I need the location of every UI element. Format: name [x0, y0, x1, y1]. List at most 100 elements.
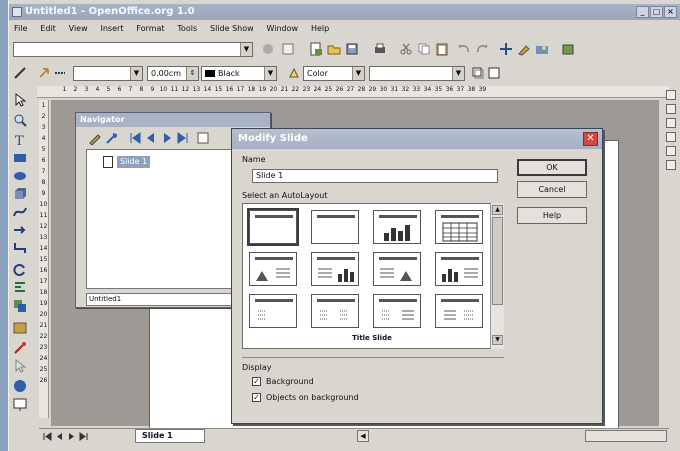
effects-icon[interactable]: [12, 340, 28, 356]
navigator-title[interactable]: Navigator: [76, 113, 270, 127]
layout-clipart-text[interactable]: [249, 252, 297, 286]
spinner-icon[interactable]: ⇕: [186, 67, 198, 80]
menu-view[interactable]: View: [64, 22, 93, 36]
title-bar[interactable]: Untitled1 - OpenOffice.org 1.0 _ □ ×: [9, 4, 680, 20]
last-slide-icon[interactable]: [79, 432, 88, 441]
save-icon[interactable]: [345, 42, 359, 56]
horizontal-scrollbar[interactable]: [585, 430, 667, 442]
name-field[interactable]: Slide 1: [252, 169, 498, 183]
slide-show-view-icon[interactable]: [666, 160, 676, 170]
3d-objects-icon[interactable]: [12, 186, 28, 202]
next-slide-icon[interactable]: [160, 131, 174, 145]
curve-icon[interactable]: [12, 204, 28, 220]
first-slide-icon[interactable]: [128, 131, 142, 145]
navigator-tree[interactable]: Slide 1: [86, 149, 246, 289]
zoom-icon[interactable]: [12, 112, 28, 128]
layout-title-two-objects[interactable]: [311, 294, 359, 328]
objects-on-background-label[interactable]: Objects on background: [266, 393, 359, 402]
frame-icon[interactable]: [487, 66, 501, 80]
autolayout-scrollbar[interactable]: ▲ ▼: [490, 203, 504, 349]
chevron-down-icon[interactable]: ▼: [264, 67, 276, 80]
next-slide-icon[interactable]: [67, 432, 76, 441]
url-combo[interactable]: ▼: [13, 42, 253, 57]
fill-color-select[interactable]: ▼: [369, 66, 465, 81]
lines-arrows-icon[interactable]: [12, 222, 28, 238]
navigator-icon[interactable]: [499, 42, 513, 56]
paste-icon[interactable]: [435, 42, 449, 56]
layout-object-text[interactable]: [373, 294, 421, 328]
menu-slide-show[interactable]: Slide Show: [205, 22, 259, 36]
layout-title-content[interactable]: [311, 210, 359, 244]
last-slide-icon[interactable]: [176, 131, 190, 145]
fill-type-select[interactable]: Color ▼: [303, 66, 365, 81]
horizontal-ruler[interactable]: 1 2 3 4 5 6 7 8 9 10 11 12 13 14 15 16 17 18 19 20 21 22 23 24 2…: [37, 86, 669, 98]
insert-icon[interactable]: [12, 320, 28, 336]
layout-title-slide[interactable]: [247, 208, 299, 246]
interaction-icon[interactable]: [12, 358, 28, 374]
maximize-button[interactable]: □: [650, 6, 663, 18]
3d-effects-icon[interactable]: [12, 378, 28, 394]
close-icon[interactable]: ✕: [583, 132, 598, 146]
layout-title-object[interactable]: [249, 294, 297, 328]
menu-insert[interactable]: Insert: [96, 22, 129, 36]
dialog-title[interactable]: Modify Slide: [232, 129, 602, 149]
tree-item-slide[interactable]: Slide 1: [117, 156, 151, 168]
navigator-document-select[interactable]: Untitled1: [86, 293, 246, 306]
shadow-icon[interactable]: [471, 66, 485, 80]
ellipse-icon[interactable]: [12, 168, 28, 184]
open-folder-icon[interactable]: [327, 42, 341, 56]
edit-file-icon[interactable]: [281, 42, 295, 56]
objects-on-background-checkbox[interactable]: ✓: [252, 393, 261, 402]
line-width-field[interactable]: 0.00cm ⇕: [147, 66, 199, 81]
chevron-down-icon[interactable]: ▼: [352, 67, 364, 80]
redo-icon[interactable]: [475, 42, 489, 56]
drag-mode-icon[interactable]: [196, 131, 210, 145]
layout-text-object[interactable]: [435, 294, 483, 328]
minimize-button[interactable]: _: [636, 6, 649, 18]
notes-view-icon[interactable]: [666, 132, 676, 142]
cancel-button[interactable]: Cancel: [517, 181, 587, 198]
layout-text-chart[interactable]: [311, 252, 359, 286]
area-style-icon[interactable]: [287, 66, 301, 80]
layout-chart-text[interactable]: [435, 252, 483, 286]
layout-title-table[interactable]: [435, 210, 483, 244]
handout-view-icon[interactable]: [666, 146, 676, 156]
menu-window[interactable]: Window: [262, 22, 304, 36]
arrange-icon[interactable]: [12, 298, 28, 314]
print-icon[interactable]: [373, 42, 387, 56]
menu-tools[interactable]: Tools: [172, 22, 202, 36]
chevron-down-icon[interactable]: ▼: [452, 67, 464, 80]
drawing-view-icon[interactable]: [666, 90, 676, 100]
layout-text-clipart[interactable]: [373, 252, 421, 286]
rectangle-icon[interactable]: [12, 150, 28, 166]
alignment-icon[interactable]: [12, 280, 28, 296]
scrollbar-thumb[interactable]: [492, 217, 503, 305]
vertical-ruler[interactable]: 1 2 3 4 5 6 7 8 9 10 11 12 13 14 15 16 17 18 19 20 21 22 23 24 2…: [39, 100, 49, 418]
ok-button[interactable]: OK: [517, 159, 587, 176]
data-sources-icon[interactable]: [561, 42, 575, 56]
help-button[interactable]: Help: [517, 207, 587, 224]
undo-icon[interactable]: [457, 42, 471, 56]
menu-help[interactable]: Help: [306, 22, 334, 36]
stylist-icon[interactable]: [517, 42, 531, 56]
first-slide-icon[interactable]: [43, 432, 52, 441]
line-style-icon[interactable]: [53, 66, 67, 80]
pen-icon[interactable]: [88, 131, 102, 145]
outline-view-icon[interactable]: [666, 104, 676, 114]
new-document-icon[interactable]: [309, 42, 323, 56]
line-icon[interactable]: [13, 66, 27, 80]
select-arrow-icon[interactable]: [12, 92, 28, 108]
menu-file[interactable]: File: [9, 22, 32, 36]
gallery-icon[interactable]: [535, 42, 549, 56]
line-color-select[interactable]: Black ▼: [201, 66, 277, 81]
chevron-down-icon[interactable]: ▼: [240, 43, 252, 56]
chevron-down-icon[interactable]: ▼: [130, 67, 142, 80]
slide-tab[interactable]: Slide 1: [135, 429, 205, 443]
rotate-icon[interactable]: [12, 262, 28, 278]
prev-slide-icon[interactable]: [55, 432, 64, 441]
slides-view-icon[interactable]: [666, 118, 676, 128]
scroll-left-icon[interactable]: ◀: [357, 430, 369, 442]
menu-edit[interactable]: Edit: [35, 22, 61, 36]
line-style-select[interactable]: ▼: [73, 66, 143, 81]
text-tool-icon[interactable]: T: [12, 132, 28, 148]
